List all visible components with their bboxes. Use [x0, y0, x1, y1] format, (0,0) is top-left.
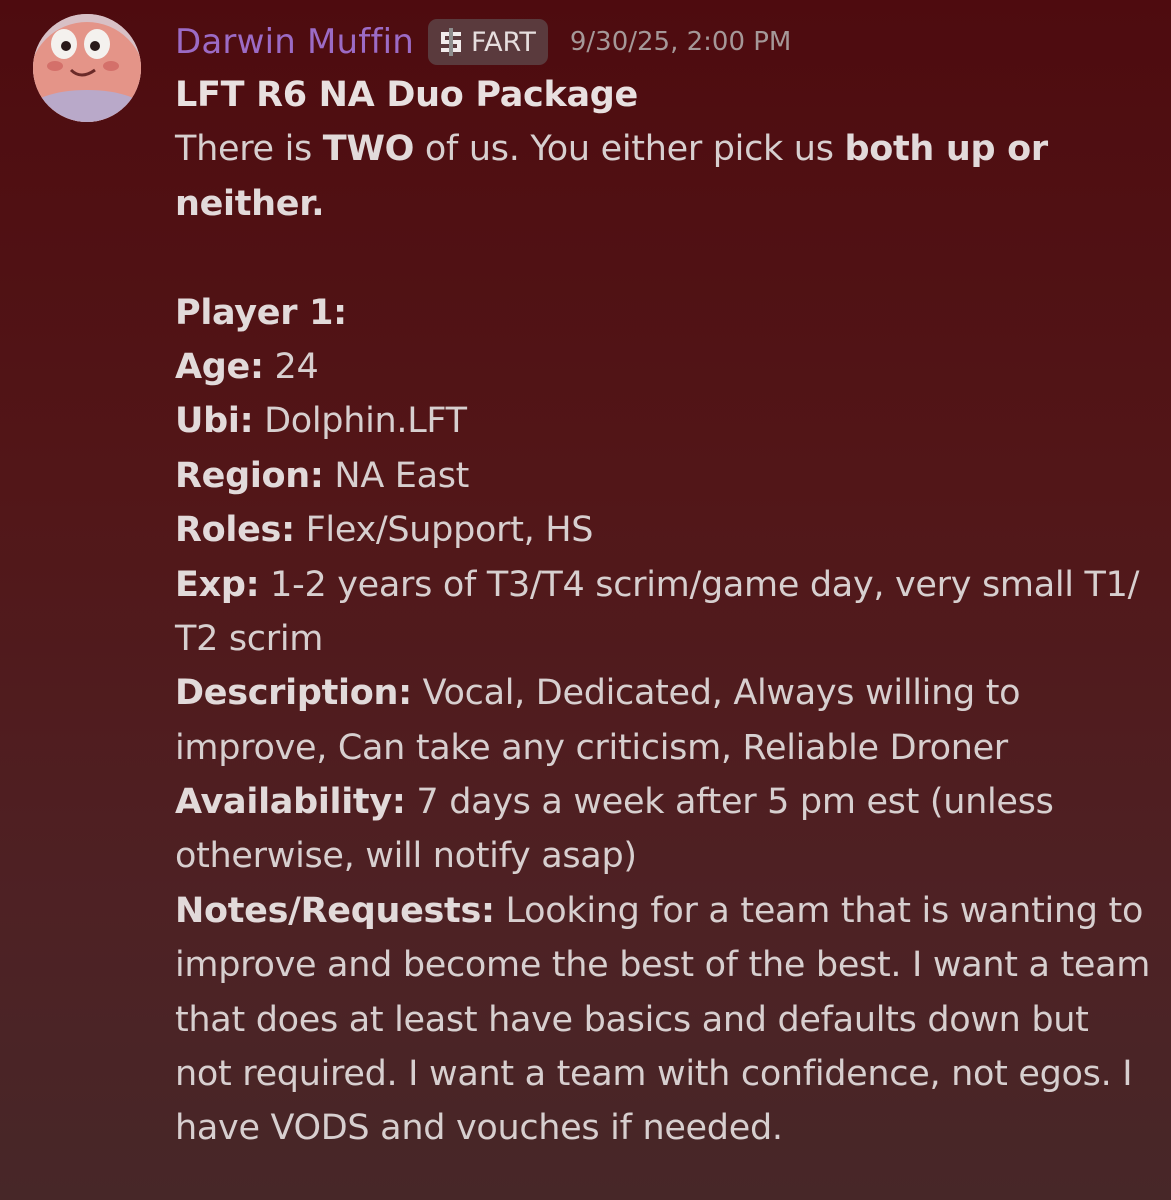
field-notes-cont: not required. I want a team with confide…	[175, 1054, 1133, 1095]
cartoon-face-avatar	[33, 14, 141, 122]
field-notes: Notes/Requests: Looking for a team that …	[175, 884, 1150, 938]
message-content: LFT R6 NA Duo Package There is TWO of us…	[175, 68, 1150, 1156]
intro-bold: TWO	[322, 129, 415, 170]
field-exp-cont: T2 scrim	[175, 618, 324, 659]
field-value: Flex/Support, HS	[294, 510, 594, 551]
field-ubi: Ubi: Dolphin.LFT	[175, 394, 1150, 448]
field-roles: Roles: Flex/Support, HS	[175, 503, 1150, 557]
intro-text: of us. You either pick us	[414, 129, 845, 170]
avatar[interactable]	[33, 14, 141, 122]
field-notes-cont: have VODS and vouches if needed.	[175, 1108, 783, 1149]
field-label: Age:	[175, 346, 264, 387]
field-notes-cont: that does at least have basics and defau…	[175, 999, 1089, 1040]
field-region: Region: NA East	[175, 449, 1150, 503]
timestamp[interactable]: 9/30/25, 2:00 PM	[570, 27, 792, 57]
pixel-dollar-icon	[437, 28, 466, 56]
field-value: 24	[263, 346, 319, 387]
field-label: Availability:	[175, 782, 406, 823]
field-value: Dolphin.LFT	[253, 401, 467, 442]
username[interactable]: Darwin Muffin	[175, 22, 414, 62]
field-exp: Exp: 1-2 years of T3/T4 scrim/game day, …	[175, 558, 1150, 612]
field-label: Region:	[175, 455, 324, 496]
field-description-cont: improve, Can take any criticism, Reliabl…	[175, 727, 1008, 768]
field-availability: Availability: 7 days a week after 5 pm e…	[175, 775, 1150, 829]
intro-line-2: neither.	[175, 183, 325, 224]
field-notes-cont: improve and become the best of the best.…	[175, 945, 1151, 986]
field-label: Roles:	[175, 510, 295, 551]
field-description: Description: Vocal, Dedicated, Always wi…	[175, 666, 1150, 720]
field-value: 7 days a week after 5 pm est (unless	[405, 782, 1054, 823]
message-title: LFT R6 NA Duo Package	[175, 75, 638, 115]
server-tag-label: FART	[471, 26, 536, 58]
field-label: Ubi:	[175, 401, 254, 442]
field-value: Looking for a team that is wanting to	[494, 890, 1144, 931]
intro-bold: both up or	[844, 129, 1048, 170]
field-label: Notes/Requests:	[175, 890, 495, 931]
player-heading: Player 1:	[175, 292, 347, 333]
field-value: NA East	[323, 455, 470, 496]
field-label: Exp:	[175, 564, 260, 605]
field-label: Description:	[175, 673, 412, 714]
server-tag[interactable]: FART	[428, 19, 548, 65]
message-header: Darwin Muffin FART 9/30/25, 2:00 PM	[175, 16, 791, 68]
field-availability-cont: otherwise, will notify asap)	[175, 836, 637, 877]
intro-line-1: There is TWO of us. You either pick us b…	[175, 122, 1150, 176]
intro-text: There is	[175, 129, 323, 170]
field-value: Vocal, Dedicated, Always willing to	[411, 673, 1021, 714]
field-age: Age: 24	[175, 340, 1150, 394]
field-value: 1-2 years of T3/T4 scrim/game day, very …	[259, 564, 1140, 605]
